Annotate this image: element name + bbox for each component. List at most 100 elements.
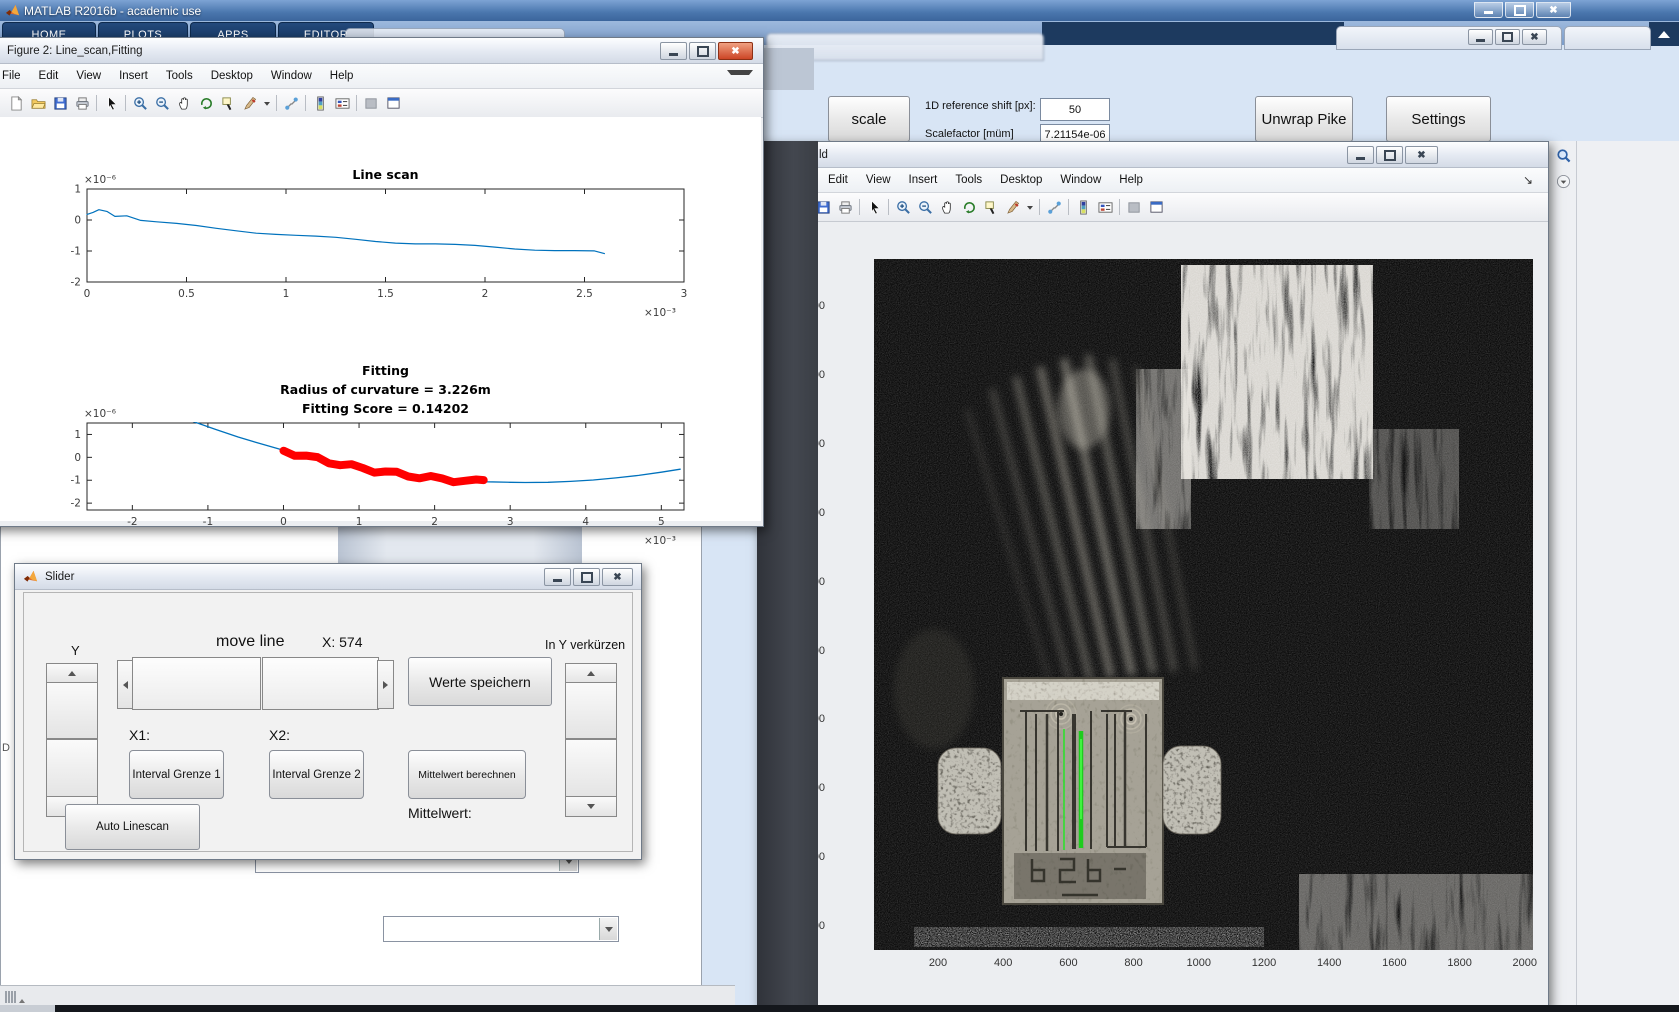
menu-desktop[interactable]: Desktop	[202, 66, 262, 86]
shorten-slider-upper-track[interactable]	[565, 682, 617, 739]
data-cursor-icon[interactable]	[980, 197, 1002, 217]
x-slider-right-button[interactable]	[377, 660, 394, 709]
figure2-minimize-button[interactable]	[660, 42, 687, 60]
tick-label: 1400	[1316, 957, 1342, 969]
insert-legend-icon[interactable]	[1094, 197, 1116, 217]
insert-legend-icon[interactable]	[331, 93, 353, 113]
hidden-combo-2[interactable]	[383, 916, 619, 942]
menu-help[interactable]: Help	[1110, 170, 1152, 190]
link-plot-icon[interactable]	[280, 93, 302, 113]
hologram-close-button[interactable]: ✖	[1405, 146, 1438, 164]
line-scan-chart[interactable]: 0 0.5 1 1.5 2 2.5 3-2-101×10⁻⁶×10⁻³Line scan	[22, 166, 722, 326]
main-restore-button[interactable]	[1505, 2, 1534, 18]
new-document-icon[interactable]	[5, 93, 27, 113]
fitting-chart[interactable]: -2 -1 0 1 2 3 4 5-2-101×10⁻⁶×10⁻³FittingRadius …	[22, 363, 722, 563]
cursor-arrow-icon[interactable]	[863, 197, 885, 217]
slider-close-button[interactable]: ✖	[602, 568, 633, 586]
brush-icon[interactable]	[239, 93, 261, 113]
hologram-figure-titlebar[interactable]: ld ✖	[758, 142, 1548, 168]
secondary-close-button[interactable]: ✖	[1522, 29, 1547, 45]
dock-figure-icon[interactable]	[382, 93, 404, 113]
cursor-arrow-icon[interactable]	[100, 93, 122, 113]
zoom-out-icon[interactable]	[151, 93, 173, 113]
hologram-restore-button[interactable]	[1376, 146, 1403, 164]
x-slider-track-right[interactable]	[262, 657, 379, 710]
save-values-button[interactable]: Werte speichern	[408, 657, 552, 706]
ref-shift-field[interactable]: 50	[1040, 98, 1110, 121]
main-close-button[interactable]: ✖	[1536, 2, 1571, 18]
menubar-caret-icon[interactable]	[727, 69, 753, 83]
insert-colorbar-icon[interactable]	[1072, 197, 1094, 217]
menu-tools[interactable]: Tools	[157, 66, 202, 86]
shorten-slider-lower-track[interactable]	[565, 739, 617, 798]
figure2-close-button[interactable]: ✖	[718, 42, 753, 60]
calc-mean-button[interactable]: Mittelwert berechnen	[408, 750, 526, 799]
y-slider-lower-track[interactable]	[46, 739, 98, 798]
brush-caret-icon[interactable]	[1024, 197, 1036, 217]
rotate-3d-icon[interactable]	[958, 197, 980, 217]
zoom-in-icon[interactable]	[129, 93, 151, 113]
scale-button[interactable]: scale	[828, 96, 910, 142]
slider-restore-button[interactable]	[573, 568, 600, 586]
tick-label: 2000	[1512, 957, 1538, 969]
menu-edit[interactable]: Edit	[30, 66, 68, 86]
slider-titlebar[interactable]: Slider ✖	[15, 564, 641, 590]
menu-window[interactable]: Window	[1051, 170, 1110, 190]
menu-tools[interactable]: Tools	[946, 170, 991, 190]
interval-limit2-button[interactable]: Interval Grenze 2	[269, 750, 364, 799]
menu-view[interactable]: View	[67, 66, 110, 86]
data-cursor-icon[interactable]	[217, 93, 239, 113]
shorten-slider-up-button[interactable]	[565, 663, 617, 684]
unwrap-pike-button[interactable]: Unwrap Pike	[1255, 96, 1353, 142]
slider-window: Slider ✖ Y move line X: 574 In Y verkürz…	[14, 563, 642, 860]
svg-text:2: 2	[482, 288, 489, 300]
shorten-slider-down-button[interactable]	[565, 796, 617, 817]
svg-text:0.5: 0.5	[178, 288, 195, 300]
menu-view[interactable]: View	[857, 170, 900, 190]
brush-icon[interactable]	[1002, 197, 1024, 217]
pan-hand-icon[interactable]	[173, 93, 195, 113]
zoom-out-icon[interactable]	[914, 197, 936, 217]
panel-menu-icon[interactable]	[1552, 171, 1574, 191]
menu-help[interactable]: Help	[321, 66, 363, 86]
dock-figure-icon[interactable]	[1145, 197, 1167, 217]
hide-plot-tools-icon[interactable]	[360, 93, 382, 113]
taskbar[interactable]	[55, 1005, 1679, 1012]
pan-hand-icon[interactable]	[936, 197, 958, 217]
menu-window[interactable]: Window	[262, 66, 321, 86]
auto-linescan-button[interactable]: Auto Linescan	[65, 804, 200, 850]
hide-plot-tools-icon[interactable]	[1123, 197, 1145, 217]
menu-desktop[interactable]: Desktop	[991, 170, 1051, 190]
dock-arrow-icon[interactable]: ↘	[1514, 169, 1542, 191]
save-icon[interactable]	[49, 93, 71, 113]
open-folder-icon[interactable]	[27, 93, 49, 113]
svg-text:1: 1	[356, 516, 363, 528]
menu-insert[interactable]: Insert	[110, 66, 157, 86]
secondary-minimize-button[interactable]	[1468, 29, 1493, 45]
y-slider-up-button[interactable]	[46, 663, 98, 684]
hologram-image[interactable]	[874, 259, 1533, 950]
zoom-in-icon[interactable]	[892, 197, 914, 217]
y-slider-upper-track[interactable]	[46, 682, 98, 739]
slider-minimize-button[interactable]	[544, 568, 571, 586]
link-plot-icon[interactable]	[1043, 197, 1065, 217]
x-slider-track-left[interactable]	[132, 657, 261, 710]
menu-edit[interactable]: Edit	[819, 170, 857, 190]
main-minimize-button[interactable]	[1474, 2, 1503, 18]
rotate-3d-icon[interactable]	[195, 93, 217, 113]
settings-button[interactable]: Settings	[1386, 96, 1491, 142]
figure2-titlebar[interactable]: Figure 2: Line_scan,Fitting ✖	[0, 38, 763, 64]
combo2-dropdown-icon[interactable]	[599, 918, 617, 940]
menu-file[interactable]: File	[0, 66, 30, 86]
print-icon[interactable]	[834, 197, 856, 217]
brush-caret-icon[interactable]	[261, 93, 273, 113]
menu-insert[interactable]: Insert	[900, 170, 947, 190]
insert-colorbar-icon[interactable]	[309, 93, 331, 113]
figure2-restore-button[interactable]	[689, 42, 716, 60]
print-icon[interactable]	[71, 93, 93, 113]
interval-limit1-button[interactable]: Interval Grenze 1	[129, 750, 224, 799]
hologram-minimize-button[interactable]	[1347, 146, 1374, 164]
secondary-restore-button[interactable]	[1495, 29, 1520, 45]
search-icon[interactable]	[1552, 145, 1574, 165]
toolstrip-collapse-button[interactable]	[1649, 22, 1679, 46]
